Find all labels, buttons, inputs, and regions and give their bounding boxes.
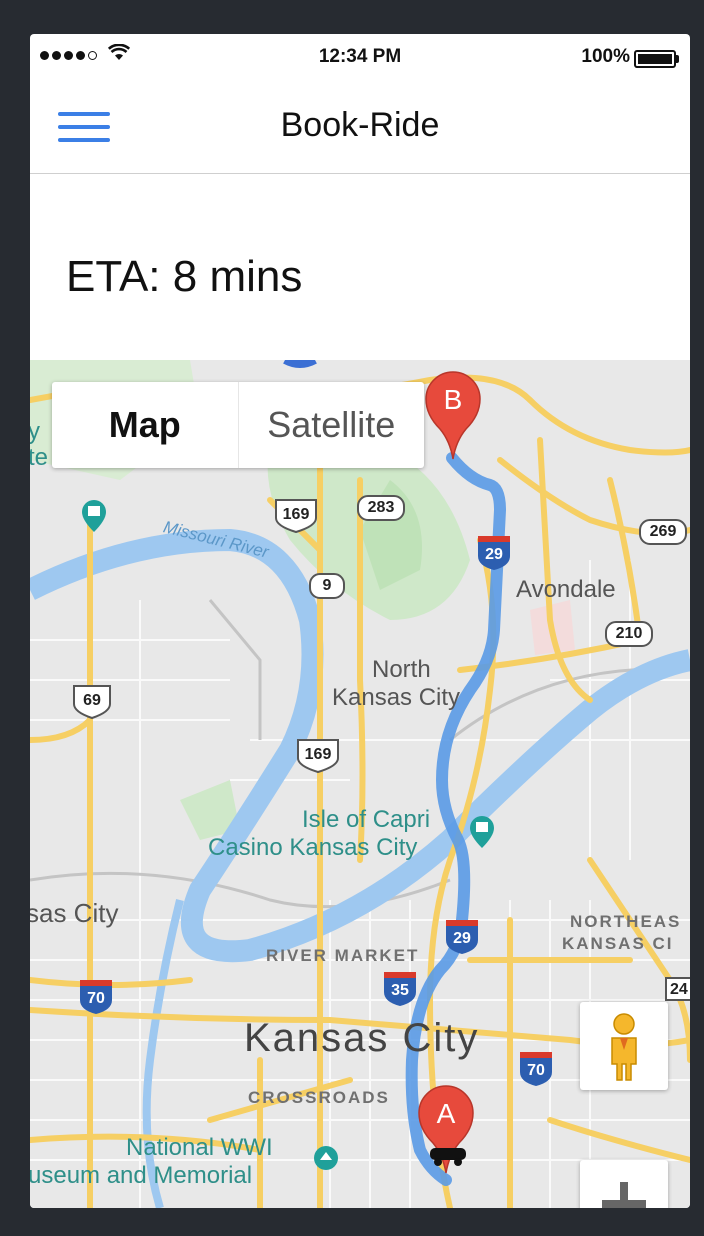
battery-icon [634,50,679,68]
map-label-northeast-2: KANSAS CI [562,934,674,953]
shield-i29-bottom: 29 [453,930,471,947]
map-type-map-button[interactable]: Map [52,382,238,468]
nav-bar: Book-Ride [30,78,690,174]
street-view-button[interactable] [580,1002,668,1090]
map-label-edge-y: y [30,418,40,445]
zoom-in-icon [602,1182,646,1208]
marker-a[interactable]: A [433,1098,459,1130]
shield-us69: 69 [83,692,101,709]
shield-i35: 35 [391,982,409,999]
map-label-wwi-1: National WWI [126,1134,273,1161]
shield-us169-top: 169 [282,506,310,523]
map-label-avondale: Avondale [516,576,616,603]
map-label-northeast-1: NORTHEAS [570,912,682,931]
map-type-satellite-button[interactable]: Satellite [237,382,425,468]
map-label-wwi-2: useum and Memorial [30,1162,253,1189]
page-title: Book-Ride [280,106,440,144]
shield-rt283: 283 [367,499,395,516]
map-label-crossroads: CROSSROADS [248,1088,390,1107]
map-view[interactable]: y te Missouri River Avondale North Kansa… [30,360,690,1208]
map-label-isle-capri-2: Casino Kansas City [208,834,418,861]
map-label-river-market: RIVER MARKET [266,946,420,965]
zoom-in-button[interactable] [580,1160,668,1208]
map-label-west-kc: sas City [30,898,119,928]
map-label-edge-te: te [30,444,49,471]
shield-us169-mid: 169 [304,746,332,763]
shield-i70-right: 70 [527,1062,545,1079]
map-type-control: Map Satellite [52,382,424,468]
shield-rt269: 269 [649,523,677,540]
shield-i70-left: 70 [87,990,105,1007]
shield-rt9: 9 [322,577,332,594]
map-label-kansas-city: Kansas City [244,1016,480,1060]
pegman-icon [611,1013,637,1081]
eta-text: ETA: 8 mins [66,252,303,301]
map-label-north-kc-1: North [372,656,431,683]
shield-rt210: 210 [615,625,643,642]
battery-percent: 100% [581,46,630,67]
phone-screen: 12:34 PM 100% Book-Ride ETA: 8 mins y te… [30,34,690,1208]
shield-edge-24: 24 [670,981,688,998]
map-label-isle-capri-1: Isle of Capri [302,806,431,833]
marker-b[interactable]: B [440,384,466,416]
map-label-north-kc-2: Kansas City [332,684,461,711]
shield-i29-top: 29 [485,546,503,563]
status-bar: 12:34 PM 100% [30,34,690,78]
